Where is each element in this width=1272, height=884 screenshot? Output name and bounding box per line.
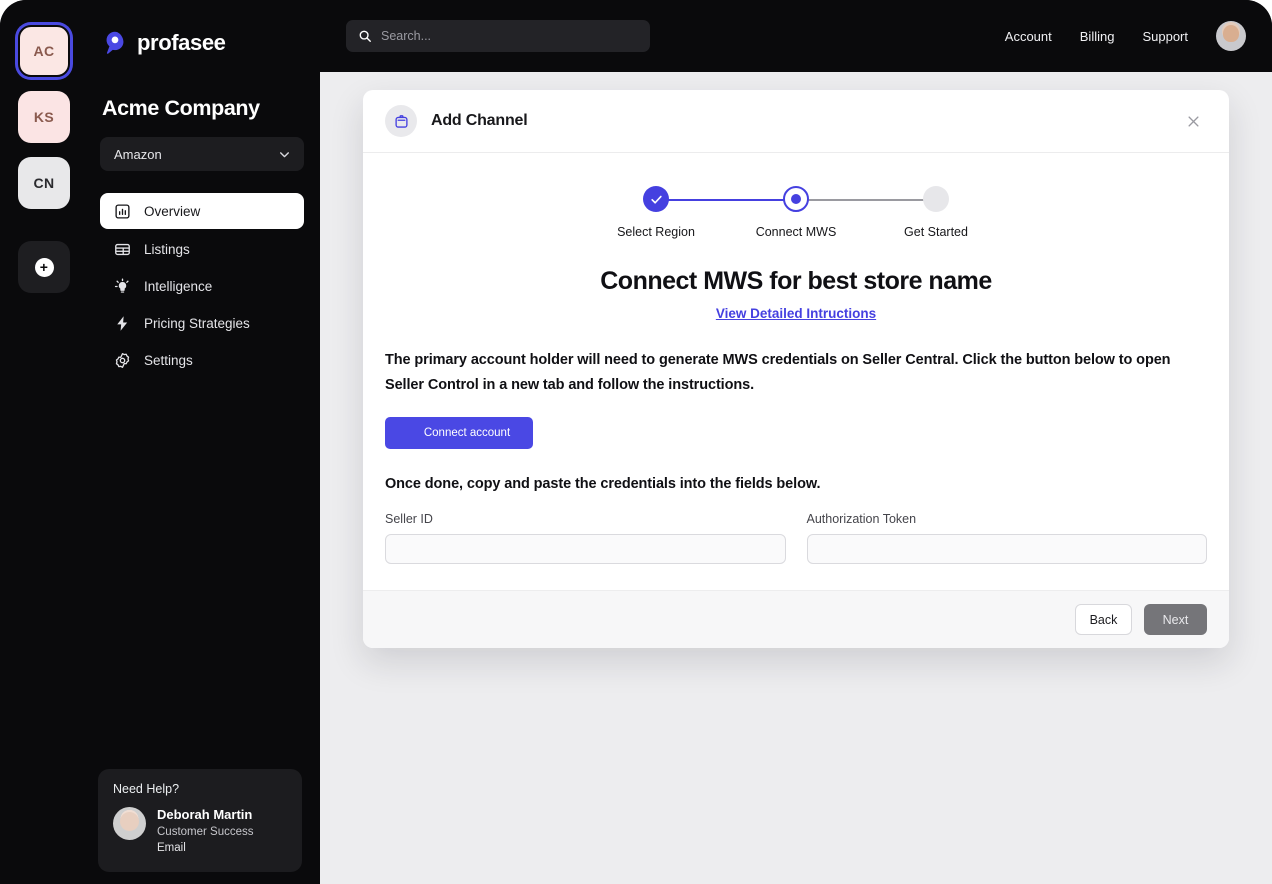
help-contact: Deborah Martin Customer Success Email	[113, 807, 287, 857]
step-label: Select Region	[617, 225, 695, 239]
stepper-connector-done	[656, 198, 796, 201]
workspace-rail: AC KS CN +	[0, 0, 88, 884]
instructions-paragraph: The primary account holder will need to …	[385, 352, 1171, 394]
sidebar: profasee Acme Company Amazon Overview Li…	[88, 0, 320, 884]
location-pin-icon	[106, 31, 124, 54]
help-contact-role: Customer Success	[157, 825, 254, 838]
step-label: Connect MWS	[755, 225, 837, 239]
step-dot-current	[783, 186, 809, 212]
step-select-region[interactable]: Select Region	[586, 186, 726, 239]
seller-id-input[interactable]	[385, 534, 786, 565]
company-name: Acme Company	[102, 96, 260, 120]
workspace-initials: KS	[33, 109, 55, 125]
sidebar-item-label: Intelligence	[144, 278, 213, 294]
search-field[interactable]: Search...	[346, 20, 650, 52]
brand-name: profasee	[137, 30, 226, 55]
top-link-billing[interactable]: Billing	[1080, 29, 1115, 44]
step-connect-mws[interactable]: Connect MWS	[656, 186, 866, 239]
sidebar-item-label: Pricing Strategies	[144, 315, 250, 331]
workspace-initials: CN	[33, 175, 55, 191]
sidebar-item-listings[interactable]: Listings	[100, 232, 304, 266]
sidebar-nav: Overview Listings Intelligence Pricing S…	[100, 193, 304, 377]
avatar[interactable]	[1216, 21, 1246, 51]
sidebar-item-label: Listings	[144, 241, 190, 257]
plus-icon: +	[34, 257, 54, 277]
modal-header: Add Channel	[363, 90, 1229, 153]
add-workspace-button[interactable]: +	[18, 241, 70, 293]
page-title: Connect MWS for best store name	[600, 267, 992, 295]
credentials-paragraph: Once done, copy and paste the credential…	[385, 476, 821, 493]
close-icon	[1187, 115, 1199, 127]
seller-id-field-group: Seller ID	[385, 512, 786, 565]
help-contact-name: Deborah Martin	[157, 807, 253, 823]
authorization-token-field-group: Authorization Token	[806, 512, 1207, 565]
workspace-initials: AC	[33, 43, 55, 59]
sidebar-item-pricing-strategies[interactable]: Pricing Strategies	[100, 306, 304, 340]
modal-title: Add Channel	[431, 112, 528, 129]
check-icon	[650, 195, 662, 204]
detailed-instructions-link[interactable]: View Detailed Intructions	[385, 306, 1207, 321]
authorization-token-label: Authorization Token	[806, 512, 917, 527]
add-channel-modal: Add Channel Select Region Connect MWS Ge…	[363, 90, 1229, 649]
brand-logo[interactable]: profasee	[102, 30, 304, 56]
gear-icon	[115, 352, 130, 368]
briefcase-icon	[394, 114, 408, 128]
workspace-cn[interactable]: CN	[18, 157, 70, 209]
top-link-account[interactable]: Account	[1005, 29, 1052, 44]
app-window: AC KS CN + profasee Acme Company Amazon	[0, 0, 1272, 884]
back-button[interactable]: Back	[1075, 604, 1132, 636]
authorization-token-input[interactable]	[806, 534, 1207, 565]
step-dot-todo	[923, 186, 949, 212]
help-title: Need Help?	[113, 782, 180, 797]
connect-account-button[interactable]: Connect account	[385, 417, 533, 450]
top-link-support[interactable]: Support	[1142, 29, 1188, 44]
close-button[interactable]	[1182, 110, 1204, 132]
modal-footer: Back Next	[363, 590, 1229, 649]
sidebar-item-overview[interactable]: Overview	[100, 193, 304, 229]
step-dot-done	[643, 186, 669, 212]
modal-title-icon-wrap	[385, 105, 417, 137]
sidebar-item-settings[interactable]: Settings	[100, 343, 304, 377]
search-icon	[359, 30, 371, 42]
stepper: Select Region Connect MWS Get Started	[385, 186, 1207, 239]
lightning-bolt-icon	[117, 315, 128, 331]
channel-select-value: Amazon	[114, 146, 162, 162]
top-bar: Search... Account Billing Support	[320, 0, 1272, 72]
sidebar-item-label: Settings	[144, 352, 193, 368]
lightbulb-icon	[114, 277, 129, 293]
help-card: Need Help? Deborah Martin Customer Succe…	[98, 769, 302, 872]
table-icon	[115, 243, 130, 255]
sidebar-item-label: Overview	[144, 203, 201, 219]
credentials-fields: Seller ID Authorization Token	[385, 512, 1207, 565]
help-email-link[interactable]: Email	[157, 840, 254, 857]
step-get-started[interactable]: Get Started	[796, 186, 1006, 239]
search-placeholder: Search...	[381, 29, 432, 43]
bar-chart-icon	[115, 203, 130, 219]
workspace-ac[interactable]: AC	[18, 25, 70, 77]
step-label: Get Started	[904, 225, 968, 239]
workspace-ks[interactable]: KS	[18, 91, 70, 143]
sidebar-item-intelligence[interactable]: Intelligence	[100, 269, 304, 303]
help-contact-text: Deborah Martin Customer Success Email	[157, 807, 254, 857]
stepper-connector-todo	[796, 198, 936, 201]
avatar	[113, 807, 146, 841]
content-canvas: Add Channel Select Region Connect MWS Ge…	[320, 72, 1272, 884]
top-nav: Account Billing Support	[1005, 21, 1272, 51]
next-button[interactable]: Next	[1144, 604, 1207, 636]
seller-id-label: Seller ID	[385, 512, 433, 527]
channel-select[interactable]: Amazon	[100, 137, 304, 171]
modal-body: Select Region Connect MWS Get Started Co…	[363, 153, 1229, 590]
chevron-down-icon	[280, 151, 289, 157]
